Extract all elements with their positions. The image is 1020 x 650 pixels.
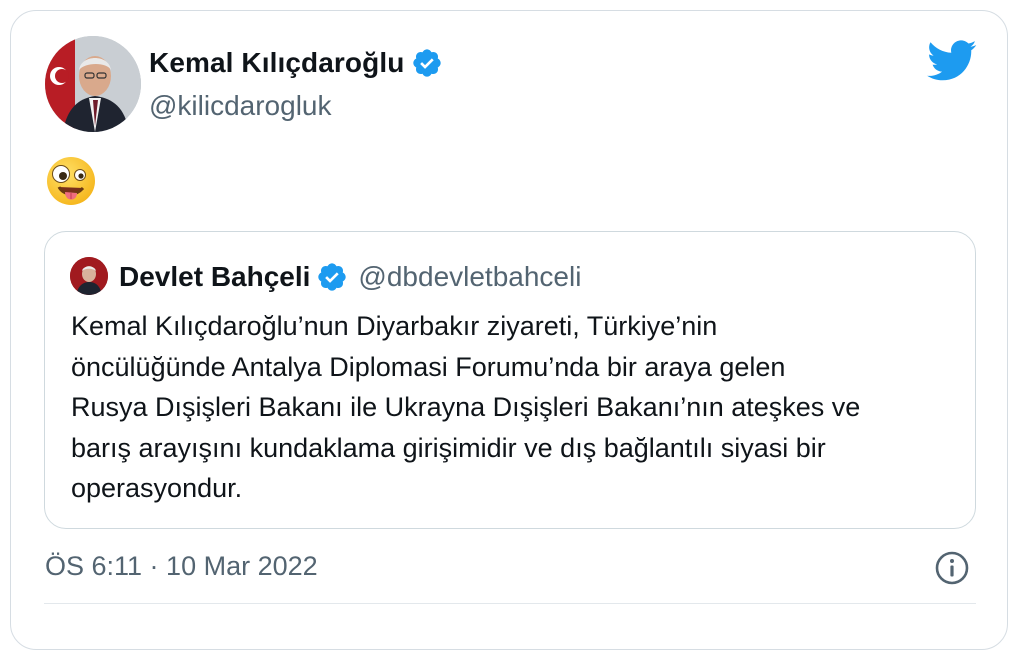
zany-face-emoji-icon — [47, 157, 95, 205]
twitter-bird-icon[interactable] — [927, 40, 977, 82]
quoted-author-row: Devlet Bahçeli @dbdevletbahceli — [119, 261, 581, 293]
author-avatar[interactable] — [45, 36, 141, 132]
quoted-tweet-text: Kemal Kılıçdaroğlu’nun Diyarbakır ziyare… — [71, 311, 861, 503]
info-icon[interactable] — [933, 549, 971, 587]
divider — [44, 603, 976, 604]
quoted-author-handle[interactable]: @dbdevletbahceli — [358, 261, 581, 293]
tweet-timestamp[interactable]: ÖS 6:11 · 10 Mar 2022 — [45, 551, 318, 582]
author-name-row: Kemal Kılıçdaroğlu — [149, 47, 443, 79]
quoted-author-avatar[interactable] — [70, 257, 108, 295]
verified-badge-icon — [318, 263, 347, 291]
quoted-author-name[interactable]: Devlet Bahçeli — [119, 261, 310, 293]
verified-badge-icon — [413, 49, 442, 77]
author-handle[interactable]: @kilicdarogluk — [149, 90, 332, 122]
author-name[interactable]: Kemal Kılıçdaroğlu — [149, 47, 404, 79]
